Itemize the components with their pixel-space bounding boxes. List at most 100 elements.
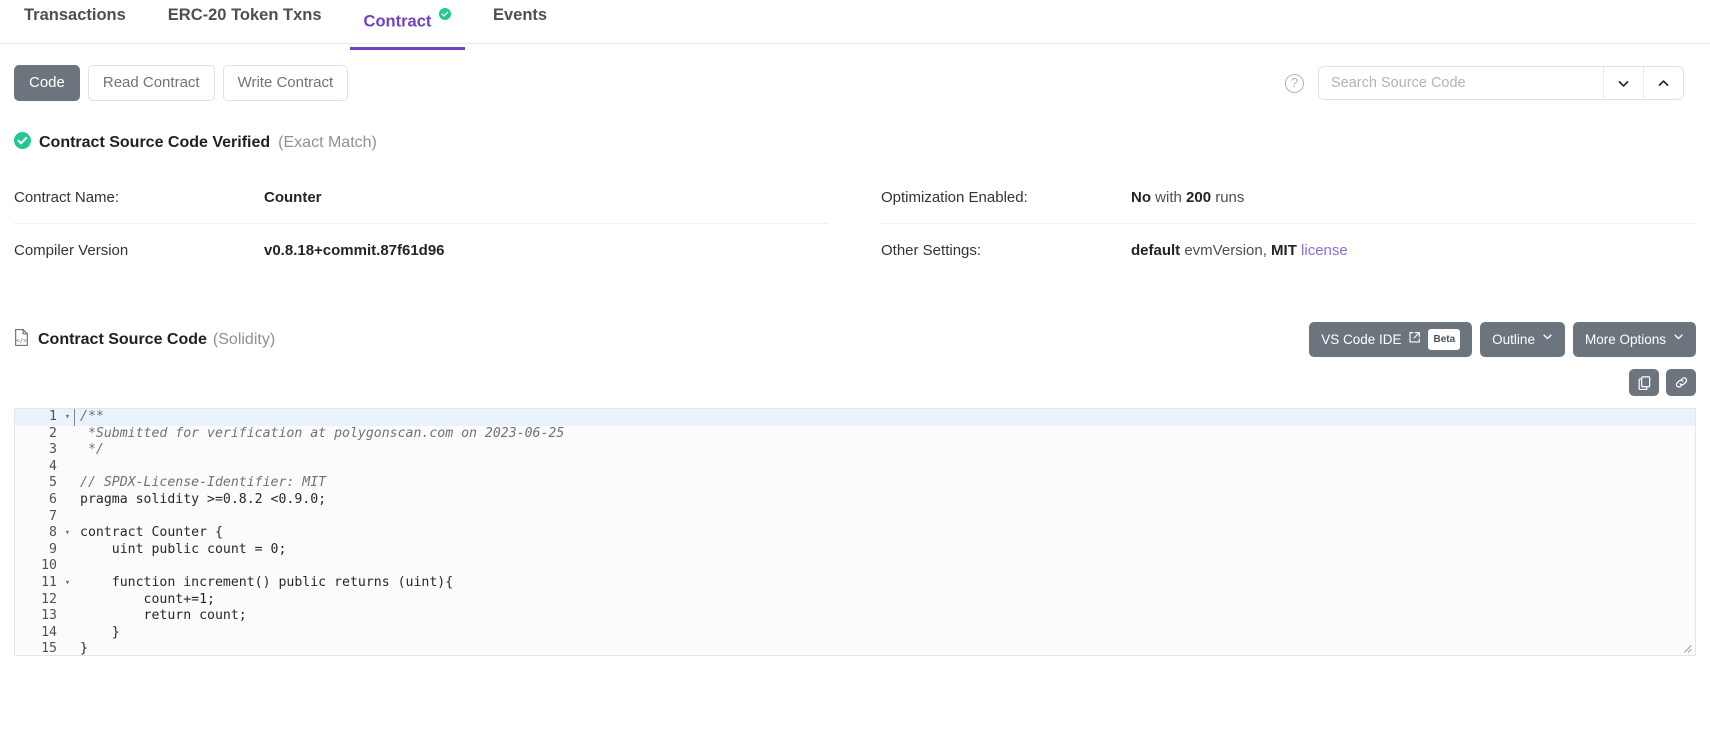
code-line-number: 14	[41, 624, 57, 640]
info-value: No with 200 runs	[1131, 189, 1244, 206]
contract-action-row: Code Read Contract Write Contract ?	[0, 44, 1710, 106]
code-line: 7	[15, 509, 1695, 526]
info-label: Other Settings:	[881, 241, 982, 259]
code-fold-toggle-icon[interactable]: ▾	[61, 409, 74, 426]
optimization-runs-value: 200	[1186, 189, 1212, 206]
contract-tab-bar: Transactions ERC-20 Token Txns Contract …	[0, 0, 1710, 49]
verified-title: Contract Source Code Verified	[39, 134, 271, 151]
write-contract-button[interactable]: Write Contract	[222, 65, 349, 101]
question-circle-icon[interactable]: ?	[1285, 73, 1304, 93]
code-line: 10	[15, 558, 1695, 575]
code-fold-toggle-icon[interactable]: ▾	[61, 575, 74, 592]
info-value: v0.8.18+commit.87f61d96	[264, 242, 445, 259]
code-fold-spacer	[61, 442, 74, 459]
vs-code-ide-button[interactable]: VS Code IDE Beta	[1309, 322, 1473, 357]
code-line-number: 8	[49, 525, 57, 541]
file-code-icon: </>	[14, 328, 29, 351]
code-line-number: 13	[41, 608, 57, 624]
code-line: 6 pragma solidity >=0.8.2 <0.9.0;	[15, 492, 1695, 509]
contract-info-grid: Contract Name: Counter Compiler Version …	[0, 154, 1710, 276]
code-line-number: 11	[41, 574, 57, 590]
code-line: 8 ▾ contract Counter {	[15, 525, 1695, 542]
vs-code-ide-label: VS Code IDE	[1321, 331, 1402, 347]
code-line: 12 count+=1;	[15, 592, 1695, 609]
tab-label: Contract	[363, 12, 432, 31]
code-fold-spacer	[61, 625, 74, 642]
code-line-text: *Submitted for verification at polygonsc…	[80, 425, 565, 441]
tab-events[interactable]: Events	[479, 0, 561, 42]
code-lines-container: 1 ▾/** 2 *Submitted for verification at po…	[15, 409, 1695, 656]
code-line: 14 }	[15, 625, 1695, 642]
source-code-title: Contract Source Code	[38, 330, 207, 348]
code-line-number: 5	[49, 475, 57, 491]
tab-contract[interactable]: Contract	[349, 0, 466, 49]
other-settings-mid-text: evmVersion,	[1180, 241, 1272, 259]
tab-label: Events	[492, 6, 548, 24]
code-fold-spacer	[61, 641, 74, 655]
info-label: Contract Name:	[14, 189, 120, 206]
contract-mode-buttons: Code Read Contract Write Contract	[14, 65, 349, 101]
info-row-compiler-version: Compiler Version v0.8.18+commit.87f61d96	[14, 224, 829, 276]
code-line-text	[74, 459, 80, 476]
code-line: 11 ▾ function increment() public returns …	[15, 575, 1695, 592]
search-source-code-input[interactable]	[1319, 67, 1603, 99]
code-utility-icons	[0, 357, 1710, 396]
code-fold-toggle-icon[interactable]: ▾	[61, 525, 74, 542]
code-line-text: count+=1;	[80, 591, 215, 607]
evm-version-value: default	[1131, 241, 1181, 259]
chevron-down-icon	[1673, 331, 1684, 349]
code-line-number: 9	[49, 541, 57, 557]
code-fold-spacer	[61, 592, 74, 609]
info-value: Counter	[264, 189, 322, 206]
info-label: Compiler Version	[14, 241, 129, 259]
chevron-down-icon	[1542, 331, 1553, 349]
contract-info-left-column: Contract Name: Counter Compiler Version …	[14, 172, 829, 276]
code-line-text: uint public count = 0;	[80, 541, 287, 557]
code-line-number: 15	[41, 641, 57, 656]
external-link-icon	[1408, 331, 1421, 349]
code-line-number: 6	[49, 491, 57, 507]
code-line: 1 ▾/**	[15, 409, 1695, 426]
license-link[interactable]: license	[1297, 242, 1348, 259]
code-line-number: 4	[49, 458, 57, 474]
check-circle-icon	[14, 132, 31, 154]
outline-button[interactable]: Outline	[1480, 322, 1565, 357]
editor-resize-handle[interactable]	[1681, 642, 1693, 654]
tab-label: Transactions	[24, 6, 126, 24]
license-value: MIT	[1271, 241, 1297, 259]
code-fold-spacer	[61, 492, 74, 509]
copy-icon[interactable]	[1629, 369, 1659, 396]
beta-badge: Beta	[1428, 329, 1461, 350]
more-options-button[interactable]: More Options	[1572, 322, 1696, 357]
tab-label: ERC-20 Token Txns	[167, 6, 322, 24]
code-line-text: // SPDX-License-Identifier: MIT	[80, 475, 327, 491]
code-line-text: contract Counter {	[80, 525, 223, 541]
code-fold-spacer	[61, 426, 74, 443]
outline-label: Outline	[1492, 331, 1535, 347]
code-line: 4	[15, 459, 1695, 476]
link-icon[interactable]	[1666, 369, 1696, 396]
code-line-number: 12	[41, 591, 57, 607]
verified-banner: Contract Source Code Verified (Exact Mat…	[0, 106, 1710, 154]
tab-erc20-token-txns[interactable]: ERC-20 Token Txns	[154, 0, 336, 42]
search-next-button[interactable]	[1603, 67, 1643, 99]
compiler-version-value: v0.8.18+commit.87f61d96	[264, 241, 445, 259]
code-line: 5 // SPDX-License-Identifier: MIT	[15, 475, 1695, 492]
code-line-number: 2	[49, 425, 57, 441]
code-line-number: 10	[41, 558, 57, 574]
info-row-other-settings: Other Settings: default evmVersion, MIT …	[881, 224, 1696, 276]
code-line-text: /**	[74, 409, 104, 426]
code-button[interactable]: Code	[14, 65, 80, 101]
code-line-text	[74, 558, 80, 575]
code-fold-spacer	[61, 558, 74, 575]
more-options-label: More Options	[1584, 331, 1666, 347]
code-fold-spacer	[61, 509, 74, 526]
svg-text:</>: </>	[16, 337, 27, 344]
tab-transactions[interactable]: Transactions	[10, 0, 140, 42]
code-line: 2 *Submitted for verification at polygon…	[15, 426, 1695, 443]
source-search-area: ?	[1285, 66, 1696, 100]
optimization-rest-text: runs	[1211, 189, 1245, 206]
source-code-editor[interactable]: 1 ▾/** 2 *Submitted for verification at po…	[14, 408, 1696, 656]
read-contract-button[interactable]: Read Contract	[87, 65, 215, 101]
search-prev-button[interactable]	[1643, 67, 1683, 99]
